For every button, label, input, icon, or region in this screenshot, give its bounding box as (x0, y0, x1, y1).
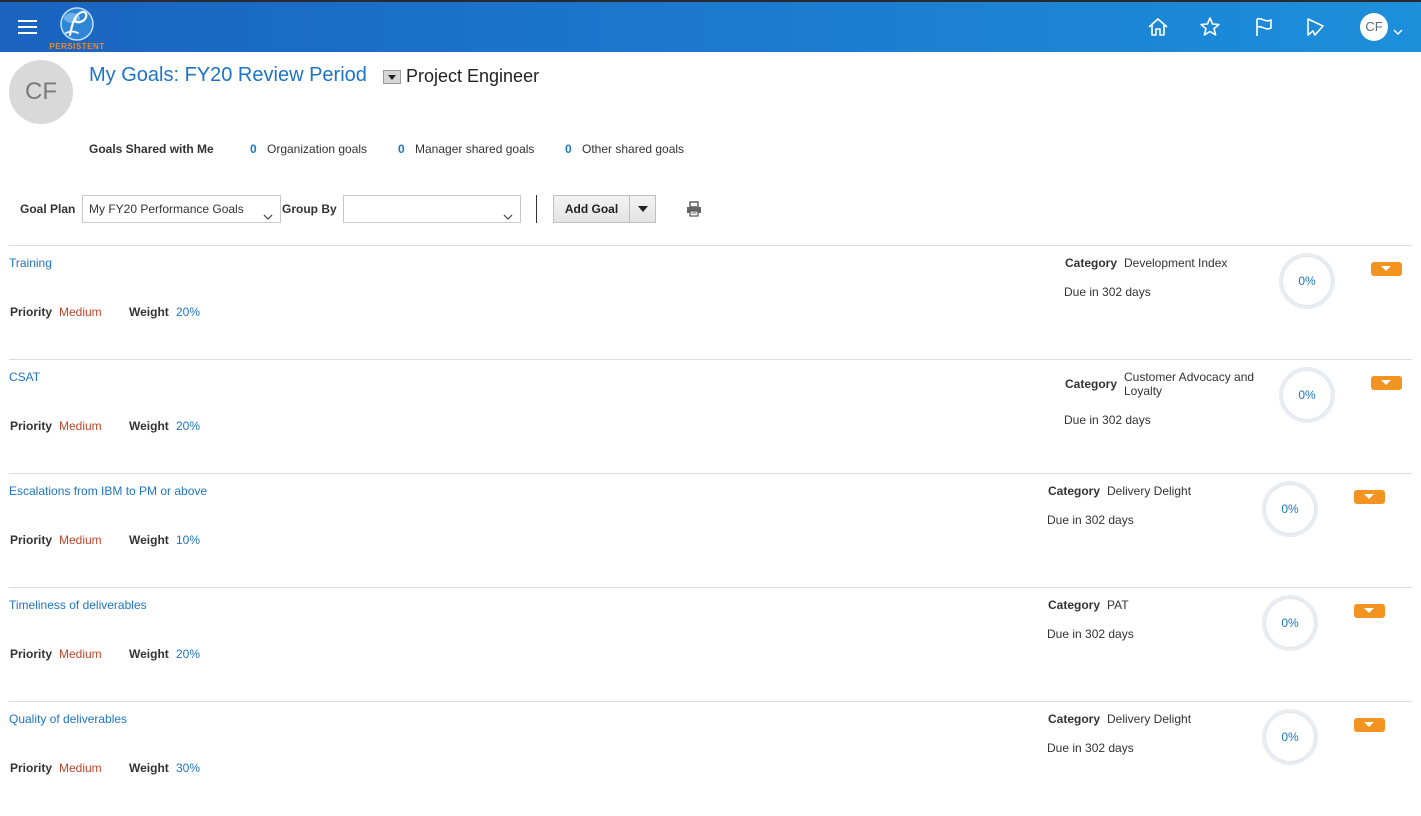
chevron-down-icon[interactable] (1393, 23, 1403, 36)
goal-row: Timeliness of deliverables Priority Medi… (9, 587, 1412, 702)
priority-value: Medium (59, 419, 102, 433)
category-label: Category (1048, 712, 1101, 726)
goal-actions-menu-button[interactable] (1354, 718, 1385, 732)
weight-value: 20% (176, 305, 201, 319)
weight-value: 30% (176, 761, 201, 775)
goal-plan-value: My FY20 Performance Goals (89, 202, 244, 216)
weight-label: Weight (129, 419, 169, 433)
priority-label: Priority (10, 761, 53, 775)
group-by-select[interactable] (343, 195, 521, 223)
profile-avatar: CF (9, 60, 73, 124)
progress-ring: 0% (1262, 481, 1318, 537)
notifications-icon[interactable] (1302, 14, 1328, 40)
home-icon[interactable] (1145, 14, 1171, 40)
goal-actions-menu-button[interactable] (1371, 262, 1402, 276)
weight-label: Weight (129, 761, 169, 775)
weight-value: 20% (176, 647, 201, 661)
goal-plan-label: Goal Plan (20, 202, 76, 216)
weight-value: 20% (176, 419, 201, 433)
goal-name-link[interactable]: Escalations from IBM to PM or above (9, 484, 207, 498)
priority-value: Medium (59, 305, 102, 319)
job-role: Project Engineer (406, 66, 540, 86)
progress-ring: 0% (1279, 253, 1335, 309)
organization-goals-count[interactable]: 0 (250, 142, 257, 156)
priority-label: Priority (10, 419, 53, 433)
company-logo[interactable]: PERSISTENT (48, 4, 106, 52)
goal-name-link[interactable]: Training (9, 256, 52, 270)
due-date: Due in 302 days (1064, 285, 1151, 299)
priority-value: Medium (59, 533, 102, 547)
group-by-label: Group By (282, 202, 337, 216)
goal-actions-menu-button[interactable] (1371, 376, 1402, 390)
weight-label: Weight (129, 647, 169, 661)
goal-plan-select[interactable]: My FY20 Performance Goals (82, 195, 281, 223)
shared-goals-label: Goals Shared with Me (89, 142, 214, 156)
chevron-down-icon (503, 204, 513, 220)
category-value: PAT (1107, 598, 1129, 612)
manager-goals-label: Manager shared goals (415, 142, 535, 156)
priority-label: Priority (10, 533, 53, 547)
organization-goals-label: Organization goals (267, 142, 368, 156)
priority-label: Priority (10, 305, 53, 319)
goal-name-link[interactable]: Timeliness of deliverables (9, 598, 147, 612)
goal-actions-menu-button[interactable] (1354, 604, 1385, 618)
goal-row: Quality of deliverables Priority Medium … (9, 701, 1412, 816)
hamburger-menu-icon[interactable] (18, 19, 38, 35)
due-date: Due in 302 days (1047, 513, 1134, 527)
user-avatar[interactable]: CF (1360, 13, 1388, 41)
logo-text: PERSISTENT (49, 42, 105, 51)
page-title[interactable]: My Goals: FY20 Review Period (89, 64, 367, 87)
category-value: Customer Advocacy and Loyalty (1124, 370, 1255, 398)
top-navigation-bar: PERSISTENT CF (0, 0, 1421, 52)
add-goal-menu-button[interactable] (629, 196, 656, 222)
progress-ring: 0% (1279, 367, 1335, 423)
due-date: Due in 302 days (1047, 741, 1134, 755)
add-goal-button-group: Add Goal (553, 195, 656, 223)
category-label: Category (1048, 484, 1101, 498)
other-goals-label: Other shared goals (582, 142, 685, 156)
weight-value: 10% (176, 533, 201, 547)
goal-actions-menu-button[interactable] (1354, 490, 1385, 504)
persistent-logo-icon (60, 7, 94, 41)
category-label: Category (1048, 598, 1101, 612)
category-value: Delivery Delight (1107, 484, 1192, 498)
due-date: Due in 302 days (1064, 413, 1151, 427)
weight-label: Weight (129, 305, 169, 319)
review-period-dropdown[interactable] (383, 70, 401, 84)
priority-label: Priority (10, 647, 53, 661)
due-date: Due in 302 days (1047, 627, 1134, 641)
category-value: Delivery Delight (1107, 712, 1192, 726)
toolbar-divider (536, 195, 537, 223)
chevron-down-icon (263, 204, 273, 220)
priority-value: Medium (59, 761, 102, 775)
progress-ring: 0% (1262, 709, 1318, 765)
category-value: Development Index (1124, 256, 1228, 270)
manager-goals-count[interactable]: 0 (398, 142, 405, 156)
goal-name-link[interactable]: Quality of deliverables (9, 712, 127, 726)
print-icon[interactable] (685, 200, 703, 218)
goal-name-link[interactable]: CSAT (9, 370, 40, 384)
other-goals-count[interactable]: 0 (565, 142, 572, 156)
weight-label: Weight (129, 533, 169, 547)
star-icon[interactable] (1197, 14, 1223, 40)
goal-row: CSAT Priority Medium Weight 20% Category… (9, 359, 1412, 474)
category-label: Category (1065, 256, 1118, 270)
goal-row: Escalations from IBM to PM or above Prio… (9, 473, 1412, 588)
add-goal-button[interactable]: Add Goal (554, 196, 629, 222)
flag-icon[interactable] (1250, 14, 1276, 40)
progress-ring: 0% (1262, 595, 1318, 651)
category-label: Category (1065, 377, 1118, 391)
goal-row: Training Priority Medium Weight 20% Cate… (9, 245, 1412, 360)
priority-value: Medium (59, 647, 102, 661)
